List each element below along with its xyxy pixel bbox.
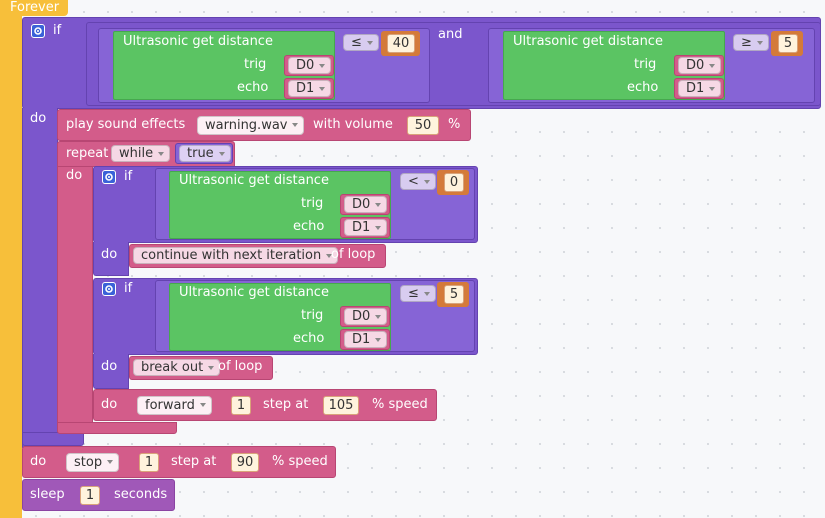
repeat-label: repeat — [66, 146, 109, 161]
if-label: if — [124, 169, 133, 184]
do-label: do — [66, 168, 83, 183]
sleep-duration-input[interactable]: 1 — [80, 486, 100, 505]
repeat-spine — [57, 166, 93, 432]
distance-value-input[interactable]: 5 — [444, 285, 464, 304]
ultrasonic-label: Ultrasonic get distance — [179, 285, 329, 300]
repeat-mode-dropdown[interactable]: while — [111, 145, 171, 162]
do-label: do — [101, 397, 118, 412]
do-label: do — [101, 359, 118, 374]
sleep-label: sleep — [30, 487, 65, 502]
main-if-spine — [22, 108, 58, 448]
if-label: if — [53, 23, 62, 38]
percent-label: % — [448, 117, 461, 132]
speed-label: % speed — [272, 454, 328, 469]
repeat-footer — [57, 422, 177, 434]
echo-label: echo — [293, 219, 325, 234]
echo-label: echo — [237, 80, 269, 95]
steps-input[interactable]: 1 — [231, 396, 251, 415]
forever-label: Forever — [10, 0, 60, 15]
seconds-label: seconds — [114, 487, 168, 502]
echo-pin-dropdown[interactable]: D1 — [678, 80, 722, 97]
echo-pin-dropdown[interactable]: D1 — [344, 331, 388, 348]
trig-label: trig — [244, 57, 267, 72]
direction-dropdown[interactable]: forward — [137, 396, 212, 415]
operator-dropdown[interactable]: ≤ — [343, 34, 379, 51]
gear-icon[interactable] — [31, 24, 45, 38]
echo-label: echo — [293, 331, 325, 346]
forever-spine — [0, 16, 22, 518]
trig-pin-dropdown[interactable]: D0 — [288, 57, 332, 74]
trig-pin-dropdown[interactable]: D0 — [344, 196, 388, 213]
and-label: and — [438, 27, 463, 42]
volume-label: with volume — [313, 117, 393, 132]
operator-dropdown[interactable]: < — [400, 173, 436, 190]
echo-label: echo — [627, 80, 659, 95]
trig-label: trig — [634, 57, 657, 72]
of-loop-label: of loop — [218, 359, 263, 374]
gear-icon[interactable] — [102, 170, 116, 184]
ultrasonic-label: Ultrasonic get distance — [179, 173, 329, 188]
break-dropdown[interactable]: break out — [133, 359, 221, 376]
gear-icon[interactable] — [102, 282, 116, 296]
speed-input[interactable]: 105 — [323, 396, 359, 415]
distance-value-input[interactable]: 40 — [387, 34, 415, 53]
operator-dropdown[interactable]: ≥ — [733, 34, 769, 51]
sound-file-dropdown[interactable]: warning.wav — [197, 116, 305, 135]
trig-label: trig — [301, 196, 324, 211]
speed-label: % speed — [372, 397, 428, 412]
echo-pin-dropdown[interactable]: D1 — [344, 219, 388, 236]
echo-pin-dropdown[interactable]: D1 — [288, 80, 332, 97]
ultrasonic-label: Ultrasonic get distance — [513, 34, 663, 49]
trig-label: trig — [301, 308, 324, 323]
steps-input[interactable]: 1 — [139, 453, 159, 472]
do-label: do — [30, 111, 47, 126]
do-label: do — [30, 454, 47, 469]
do-label: do — [101, 247, 118, 262]
ultrasonic-label: Ultrasonic get distance — [123, 34, 273, 49]
direction-dropdown[interactable]: stop — [66, 453, 120, 472]
step-at-label: step at — [263, 397, 309, 412]
volume-input[interactable]: 50 — [407, 116, 439, 135]
if-label: if — [124, 281, 133, 296]
main-if-footer — [22, 432, 84, 446]
distance-value-input[interactable]: 5 — [778, 34, 798, 53]
of-loop-label: of loop — [331, 247, 376, 262]
distance-value-input[interactable]: 0 — [444, 173, 464, 192]
continue-dropdown[interactable]: continue with next iteration — [133, 247, 339, 264]
play-sound-label: play sound effects — [66, 117, 186, 132]
condition-dropdown[interactable]: true — [179, 145, 231, 162]
trig-pin-dropdown[interactable]: D0 — [344, 308, 388, 325]
operator-dropdown[interactable]: ≤ — [400, 285, 436, 302]
speed-input[interactable]: 90 — [231, 453, 259, 472]
trig-pin-dropdown[interactable]: D0 — [678, 57, 722, 74]
step-at-label: step at — [171, 454, 217, 469]
